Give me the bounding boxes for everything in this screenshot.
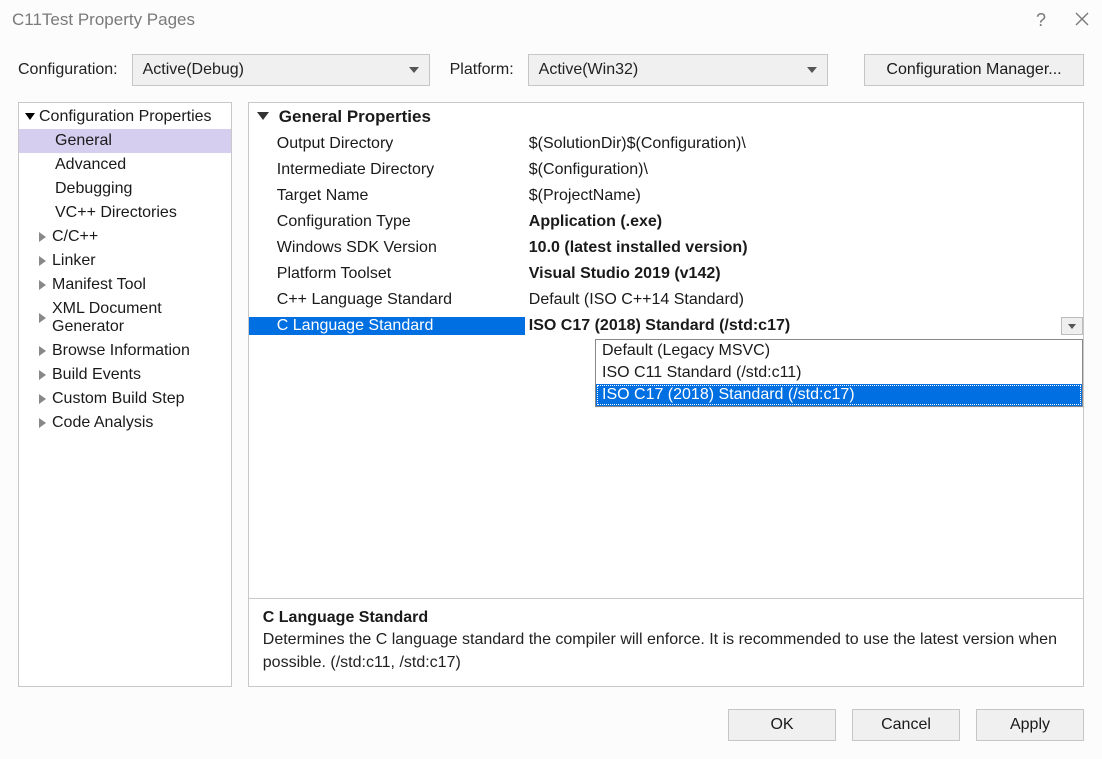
triangle-right-icon — [39, 346, 46, 356]
tree-branch-custom-build-step[interactable]: Custom Build Step — [19, 387, 231, 411]
property-row-cpp-language-standard[interactable]: C++ Language Standard Default (ISO C++14… — [249, 287, 1083, 313]
tree-branch-manifest-tool[interactable]: Manifest Tool — [19, 273, 231, 297]
tree-branch-linker[interactable]: Linker — [19, 249, 231, 273]
property-grid[interactable]: General Properties Output Directory $(So… — [248, 102, 1084, 599]
chevron-down-icon — [1068, 324, 1076, 329]
dialog-footer: OK Cancel Apply — [0, 695, 1102, 759]
triangle-right-icon — [39, 418, 46, 428]
configuration-value: Active(Debug) — [143, 61, 244, 79]
platform-label: Platform: — [450, 61, 514, 79]
property-row-c-language-standard[interactable]: C Language Standard ISO C17 (2018) Stand… — [249, 313, 1083, 339]
category-tree[interactable]: Configuration Properties General Advance… — [18, 102, 232, 687]
property-row-platform-toolset[interactable]: Platform Toolset Visual Studio 2019 (v14… — [249, 261, 1083, 287]
tree-root-label: Configuration Properties — [39, 108, 212, 126]
cancel-button[interactable]: Cancel — [852, 709, 960, 741]
tree-item-general[interactable]: General — [19, 129, 231, 153]
triangle-right-icon — [39, 256, 46, 266]
configuration-label: Configuration: — [18, 61, 118, 79]
tree-item-debugging[interactable]: Debugging — [19, 177, 231, 201]
triangle-right-icon — [39, 370, 46, 380]
tree-item-vcpp-directories[interactable]: VC++ Directories — [19, 201, 231, 225]
dropdown-option-selected[interactable]: ISO C17 (2018) Standard (/std:c17) — [596, 384, 1082, 406]
triangle-right-icon — [39, 232, 46, 242]
tree-branch-ccpp[interactable]: C/C++ — [19, 225, 231, 249]
triangle-down-icon — [25, 113, 35, 120]
triangle-right-icon — [39, 394, 46, 404]
dropdown-option[interactable]: Default (Legacy MSVC) — [596, 340, 1082, 362]
platform-value: Active(Win32) — [539, 61, 639, 79]
configuration-bar: Configuration: Active(Debug) Platform: A… — [0, 40, 1102, 102]
property-row-output-directory[interactable]: Output Directory $(SolutionDir)$(Configu… — [249, 131, 1083, 157]
chevron-down-icon — [409, 67, 419, 73]
property-description-title: C Language Standard — [263, 609, 1069, 627]
tree-root[interactable]: Configuration Properties — [19, 105, 231, 129]
help-icon[interactable]: ? — [1036, 11, 1046, 29]
chevron-down-icon — [807, 67, 817, 73]
apply-button[interactable]: Apply — [976, 709, 1084, 741]
tree-branch-xml-doc-gen[interactable]: XML Document Generator — [19, 297, 231, 339]
tree-branch-browse-info[interactable]: Browse Information — [19, 339, 231, 363]
property-row-windows-sdk-version[interactable]: Windows SDK Version 10.0 (latest install… — [249, 235, 1083, 261]
window-title: C11Test Property Pages — [12, 10, 195, 30]
tree-branch-code-analysis[interactable]: Code Analysis — [19, 411, 231, 435]
c-language-standard-dropdown[interactable]: Default (Legacy MSVC) ISO C11 Standard (… — [595, 339, 1083, 407]
ok-button[interactable]: OK — [728, 709, 836, 741]
triangle-right-icon — [39, 313, 46, 323]
property-section-title: General Properties — [279, 107, 431, 127]
tree-item-advanced[interactable]: Advanced — [19, 153, 231, 177]
configuration-manager-button[interactable]: Configuration Manager... — [864, 54, 1084, 86]
platform-dropdown[interactable]: Active(Win32) — [528, 54, 828, 86]
title-bar: C11Test Property Pages ? — [0, 0, 1102, 40]
dropdown-option[interactable]: ISO C11 Standard (/std:c11) — [596, 362, 1082, 384]
chevron-down-icon — [257, 112, 269, 120]
property-description-body: Determines the C language standard the c… — [263, 629, 1069, 674]
triangle-right-icon — [39, 280, 46, 290]
property-row-target-name[interactable]: Target Name $(ProjectName) — [249, 183, 1083, 209]
property-value-dropdown-button[interactable] — [1061, 317, 1083, 335]
property-description: C Language Standard Determines the C lan… — [248, 599, 1084, 687]
property-row-intermediate-directory[interactable]: Intermediate Directory $(Configuration)\ — [249, 157, 1083, 183]
close-icon[interactable] — [1074, 11, 1090, 27]
configuration-dropdown[interactable]: Active(Debug) — [132, 54, 430, 86]
property-section-header[interactable]: General Properties — [249, 103, 1083, 131]
property-row-configuration-type[interactable]: Configuration Type Application (.exe) — [249, 209, 1083, 235]
tree-branch-build-events[interactable]: Build Events — [19, 363, 231, 387]
